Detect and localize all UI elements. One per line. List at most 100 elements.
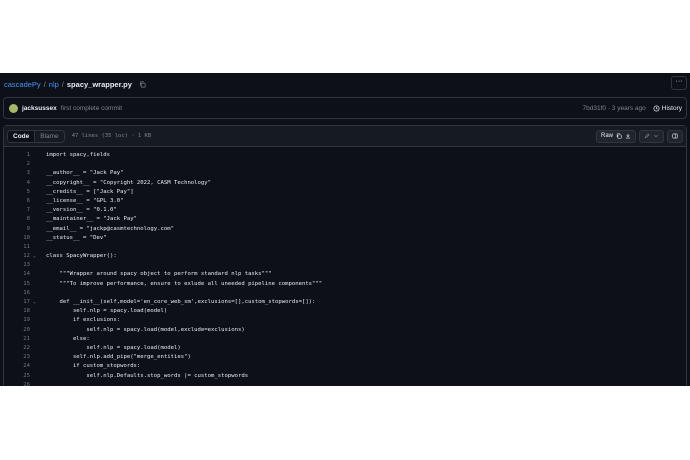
code-line: 25 self.nlp.Defaults.stop_words |= custo…	[4, 372, 686, 381]
tab-code[interactable]: Code	[8, 130, 36, 142]
view-toggle: Code Blame	[7, 129, 65, 143]
code-view[interactable]: 1 import spacy,fields 2 3 __author__ = "Jack…	[4, 151, 686, 386]
pencil-icon	[644, 133, 650, 139]
code-line: 12 ⌄ class SpacyWrapper():	[4, 252, 686, 261]
file-meta: 47 lines (35 loc) · 1 KB	[71, 133, 152, 139]
fold-chevron-icon[interactable]: ⌄	[33, 252, 36, 261]
line-number[interactable]: 5	[4, 188, 30, 197]
code-line: 1 import spacy,fields	[4, 151, 686, 160]
code-line: 16	[4, 289, 686, 298]
line-number[interactable]: 4	[4, 179, 30, 188]
code-line: 26	[4, 381, 686, 386]
chevron-down-icon[interactable]	[653, 133, 659, 139]
code-line: 17 ⌄ def __init__(self,model='en_core_web…	[4, 298, 686, 307]
file-header: Code Blame 47 lines (35 loc) · 1 KB Raw	[4, 126, 686, 147]
raw-label: Raw	[600, 132, 613, 139]
code-text: __credits__ = ["Jack Pay"]	[46, 188, 134, 195]
tab-blame[interactable]: Blame	[35, 131, 63, 142]
line-number[interactable]: 15	[4, 280, 30, 289]
code-line: 11	[4, 243, 686, 252]
code-line: 8 __maintainer__ = "Jack Pay"	[4, 215, 686, 224]
raw-button[interactable]: Raw	[595, 129, 636, 143]
commit-meta: 7bd31f0 · 3 years ago History	[583, 105, 682, 112]
code-line: 20 self.nlp = spacy.load(model,exclude=e…	[4, 326, 686, 335]
fold-chevron-icon[interactable]: ⌄	[33, 298, 36, 307]
line-number[interactable]: 22	[4, 344, 30, 353]
line-number[interactable]: 17	[4, 298, 30, 307]
line-number[interactable]: 26	[4, 381, 30, 386]
code-line: 6 __license__ = "GPL 3.0"	[4, 197, 686, 206]
history-label: History	[661, 104, 682, 112]
line-number[interactable]: 7	[4, 206, 30, 215]
code-text: self.nlp = spacy.load(model)	[46, 344, 181, 351]
code-line: 15 """To improve performance, ensure to …	[4, 280, 686, 289]
code-line: 5 __credits__ = ["Jack Pay"]	[4, 188, 686, 197]
code-text: if exclusions:	[46, 317, 121, 324]
line-number[interactable]: 25	[4, 372, 30, 381]
breadcrumb-separator: /	[61, 79, 64, 89]
code-line: 21 else:	[4, 335, 686, 344]
line-number[interactable]: 16	[4, 289, 30, 298]
line-number[interactable]: 8	[4, 215, 30, 224]
code-line: 3 __author__ = "Jack Pay"	[4, 169, 686, 178]
code-text: if custom_stopwords:	[46, 363, 141, 370]
code-text: else:	[46, 335, 90, 342]
breadcrumb-file-name: spacy_wrapper.py	[66, 79, 132, 89]
line-number[interactable]: 9	[4, 225, 30, 234]
code-line: 10 __status__ = "Dev"	[4, 234, 686, 243]
history-button[interactable]: History	[653, 105, 682, 112]
file-viewer: cascadePy / nlp / spacy_wrapper.py ··· j…	[0, 73, 690, 386]
download-icon[interactable]	[625, 133, 631, 139]
sidebar-panel-icon	[672, 133, 678, 139]
code-text: __status__ = "Dev"	[46, 234, 107, 241]
line-number[interactable]: 20	[4, 326, 30, 335]
line-number[interactable]: 3	[4, 169, 30, 178]
commit-message[interactable]: first complete commit	[61, 105, 122, 112]
line-number[interactable]: 21	[4, 335, 30, 344]
code-line: 18 self.nlp = spacy.load(model)	[4, 307, 686, 316]
history-icon	[653, 105, 660, 111]
code-line: 22 self.nlp = spacy.load(model)	[4, 344, 686, 353]
code-text: __author__ = "Jack Pay"	[46, 170, 124, 177]
line-number[interactable]: 12	[4, 252, 30, 261]
line-number[interactable]: 23	[4, 353, 30, 362]
code-line: 13	[4, 261, 686, 270]
line-number[interactable]: 1	[4, 151, 30, 160]
commit-hash-time[interactable]: 7bd31f0 · 3 years ago	[583, 105, 646, 112]
copy-path-icon[interactable]	[139, 81, 146, 88]
file-panel: Code Blame 47 lines (35 loc) · 1 KB Raw	[3, 125, 687, 386]
code-text: self.nlp.Defaults.stop_words |= custom_s…	[46, 372, 249, 379]
line-number[interactable]: 2	[4, 160, 30, 169]
code-text: def __init__(self,model='en_core_web_sm'…	[46, 299, 316, 305]
code-text: self.nlp = spacy.load(model)	[46, 308, 168, 315]
breadcrumb: cascadePy / nlp / spacy_wrapper.py	[4, 77, 146, 91]
code-text: class SpacyWrapper():	[46, 253, 117, 260]
line-number[interactable]: 19	[4, 316, 30, 325]
code-text: """To improve performance, ensure to exl…	[46, 280, 323, 287]
line-number[interactable]: 10	[4, 234, 30, 243]
line-number[interactable]: 14	[4, 270, 30, 279]
breadcrumb-folder-link[interactable]: nlp	[49, 80, 59, 89]
code-line: 7 __version__ = "0.1.0"	[4, 206, 686, 215]
line-number[interactable]: 6	[4, 197, 30, 206]
line-number[interactable]: 13	[4, 261, 30, 270]
code-line: 4 __copyright__ = "Copyright 2022, CASM T…	[4, 179, 686, 188]
code-text: import spacy,fields	[46, 152, 110, 158]
edit-button[interactable]	[639, 129, 664, 143]
code-text: self.nlp = spacy.load(model,exclude=excl…	[46, 326, 245, 333]
breadcrumb-repo-link[interactable]: cascadePy	[4, 80, 41, 89]
file-toolbar: Raw	[595, 129, 683, 143]
code-text: self.nlp.add_pipe("merge_entities")	[46, 354, 191, 361]
symbols-panel-button[interactable]	[667, 129, 683, 143]
code-line: 14 """Wrapper around spacy object to per…	[4, 270, 686, 279]
commit-author[interactable]: jacksussex	[22, 105, 57, 112]
copy-raw-icon[interactable]	[616, 133, 622, 139]
line-number[interactable]: 11	[4, 243, 30, 252]
code-text: __copyright__ = "Copyright 2022, CASM Te…	[46, 179, 212, 186]
line-number[interactable]: 18	[4, 307, 30, 316]
more-options-button[interactable]: ···	[671, 76, 687, 90]
avatar[interactable]	[9, 103, 18, 113]
line-number[interactable]: 24	[4, 362, 30, 371]
code-text: __email__ = "jackp@casmtechnology.com"	[46, 225, 174, 232]
code-text: __version__ = "0.1.0"	[46, 207, 117, 214]
